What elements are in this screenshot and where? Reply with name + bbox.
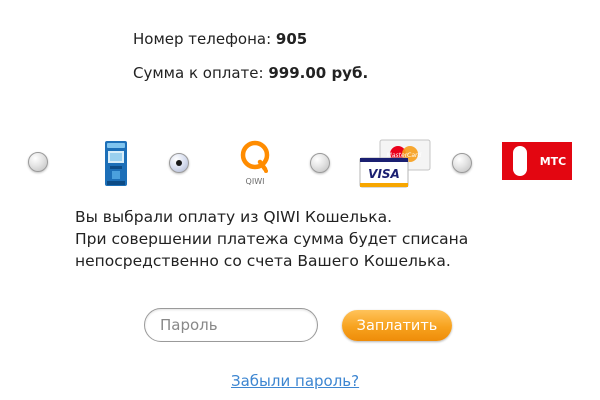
info-line-3: непосредственно со счета Вашего Кошелька… — [75, 252, 451, 270]
payment-info-text: Вы выбрали оплату из QIWI Кошелька. При … — [75, 206, 468, 272]
visa-label: VISA — [368, 167, 400, 181]
method-mts-radio[interactable] — [452, 153, 472, 173]
method-terminal-radio[interactable] — [28, 152, 48, 172]
forgot-password-link[interactable]: Забыли пароль? — [231, 372, 359, 390]
mts-logo-text: МТС — [540, 155, 567, 168]
qiwi-logo-icon[interactable]: QIWI — [235, 138, 275, 188]
qiwi-logo-text: QIWI — [246, 177, 265, 186]
payment-methods: QIWI MasterCard VISA МТС — [0, 0, 600, 200]
info-line-1: Вы выбрали оплату из QIWI Кошелька. — [75, 208, 393, 226]
info-line-2: При совершении платежа сумма будет списа… — [75, 230, 469, 248]
password-input[interactable] — [144, 308, 318, 342]
pay-button[interactable]: Заплатить — [342, 310, 452, 341]
method-qiwi-radio[interactable] — [169, 153, 189, 173]
terminal-icon[interactable] — [103, 140, 129, 188]
method-cards-radio[interactable] — [310, 153, 330, 173]
bank-cards-icon[interactable]: MasterCard VISA — [358, 138, 434, 190]
mts-logo-icon[interactable]: МТС — [502, 142, 572, 180]
